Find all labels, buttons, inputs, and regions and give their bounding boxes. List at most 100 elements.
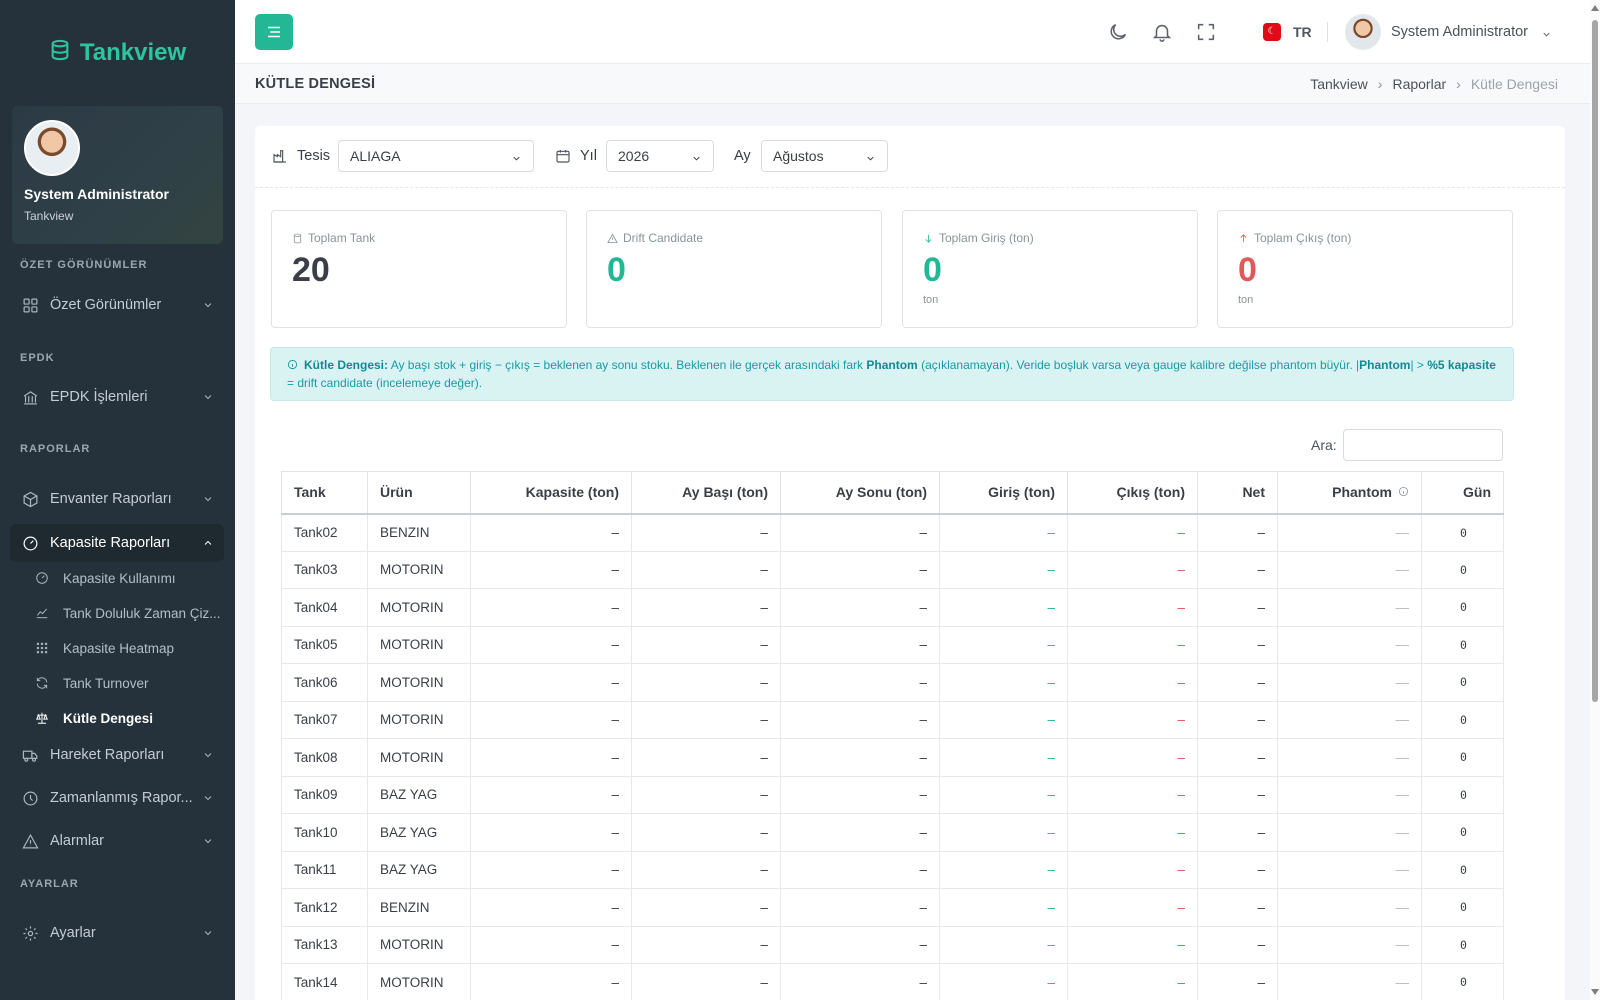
sidebar-item-zamanlanmis[interactable]: Zamanlanmış Rapor...: [10, 779, 224, 817]
sidebar-item-hareket[interactable]: Hareket Raporları: [10, 736, 224, 774]
sidebar-item-ozet[interactable]: Özet Görünümler: [10, 286, 224, 324]
cell-ay-basi: –: [631, 925, 781, 964]
factory-icon: [273, 150, 286, 163]
cell-gun: 0: [1421, 588, 1504, 627]
sidebar-item-kapasite[interactable]: Kapasite Raporları: [10, 524, 224, 562]
sidebar-item-epdk[interactable]: EPDK İşlemleri: [10, 378, 224, 416]
scroll-up-arrow[interactable]: [1591, 5, 1599, 11]
column-header-phantom[interactable]: Phantom: [1277, 471, 1422, 515]
column-header-net[interactable]: Net: [1197, 471, 1278, 515]
avatar[interactable]: [1345, 14, 1381, 50]
cell-kapasite: –: [470, 925, 632, 964]
scrollbar-thumb[interactable]: [1592, 20, 1598, 702]
brand-logo[interactable]: Tankview: [0, 0, 235, 106]
cell-ay-sonu: –: [780, 663, 940, 702]
scroll-down-arrow[interactable]: [1591, 989, 1599, 995]
table-row: Tank14 MOTORIN – – – – – – —0: [281, 963, 1504, 1000]
cell-net: –: [1197, 700, 1278, 739]
info-icon[interactable]: [1398, 484, 1409, 497]
column-header-tank[interactable]: Tank: [281, 471, 368, 515]
stat-label: Toplam Çıkış (ton): [1238, 231, 1351, 245]
cell-cikis: –: [1067, 663, 1198, 702]
table-row: Tank13 MOTORIN – – – – – – —0: [281, 925, 1504, 964]
user-menu[interactable]: System Administrator: [1391, 24, 1528, 40]
menu-toggle-button[interactable]: [255, 14, 293, 50]
cell-ay-sonu: –: [780, 925, 940, 964]
cell-gun: 0: [1421, 738, 1504, 777]
cell-kapasite: –: [470, 813, 632, 852]
cell-phantom: —: [1277, 738, 1422, 777]
section-ozet: ÖZET GÖRÜNÜMLER: [20, 259, 148, 271]
cell-cikis: –: [1067, 738, 1198, 777]
ay-select-value: Ağustos: [773, 148, 824, 164]
turkey-flag-icon[interactable]: ☾: [1263, 23, 1281, 41]
language-selector[interactable]: TR: [1293, 24, 1312, 40]
sidebar-subitem-turnover[interactable]: Tank Turnover: [34, 668, 224, 698]
cell-cikis: –: [1067, 775, 1198, 814]
dashboard-icon: [20, 295, 40, 315]
yil-select[interactable]: 2026: [606, 140, 714, 172]
stat-unit: ton: [923, 294, 939, 306]
grid-dots-icon: [34, 640, 50, 656]
table-row: Tank11 BAZ YAG – – – – – – —0: [281, 850, 1504, 889]
cell-tank: Tank09: [281, 775, 368, 814]
cell-cikis: –: [1067, 625, 1198, 664]
avatar[interactable]: [24, 120, 80, 176]
sidebar-item-ayarlar[interactable]: Ayarlar: [10, 914, 224, 952]
sidebar-subitem-heatmap[interactable]: Kapasite Heatmap: [34, 633, 224, 663]
column-header-giris[interactable]: Giriş (ton): [939, 471, 1068, 515]
gauge-icon: [34, 570, 50, 586]
cell-net: –: [1197, 625, 1278, 664]
chevron-down-icon: [202, 493, 214, 505]
cell-ay-basi: –: [631, 550, 781, 589]
cell-net: –: [1197, 963, 1278, 1000]
cell-net: –: [1197, 775, 1278, 814]
notifications-button[interactable]: [1151, 21, 1173, 43]
dark-mode-button[interactable]: [1107, 21, 1129, 43]
chevron-down-icon[interactable]: [1541, 27, 1552, 38]
sidebar-subitem-kutle[interactable]: Kütle Dengesi: [34, 703, 224, 733]
sidebar-subitem-doluluk[interactable]: Tank Doluluk Zaman Çiz...: [34, 598, 224, 628]
fullscreen-button[interactable]: [1195, 21, 1217, 43]
chevron-up-icon: [202, 537, 214, 549]
search-input[interactable]: [1343, 429, 1503, 461]
column-header-gun[interactable]: Gün: [1421, 471, 1504, 515]
column-header-urun[interactable]: Ürün: [367, 471, 471, 515]
page-title: KÜTLE DENGESİ: [255, 76, 376, 92]
sidebar-item-alarmlar[interactable]: Alarmlar: [10, 822, 224, 860]
cell-tank: Tank05: [281, 625, 368, 664]
page-scrollbar[interactable]: [1590, 0, 1600, 1000]
cell-tank: Tank11: [281, 850, 368, 889]
stat-value: 0: [1238, 251, 1257, 289]
breadcrumb-item[interactable]: Tankview: [1310, 76, 1368, 92]
cell-urun: BAZ YAG: [367, 813, 471, 852]
ay-select[interactable]: Ağustos: [761, 140, 888, 172]
section-raporlar: RAPORLAR: [20, 443, 91, 455]
column-header-ay-basi[interactable]: Ay Başı (ton): [631, 471, 781, 515]
calendar-icon: [556, 150, 570, 163]
cell-ay-basi: –: [631, 813, 781, 852]
yil-label: Yıl: [555, 148, 597, 164]
sidebar-subitem-kullanim[interactable]: Kapasite Kullanımı: [34, 563, 224, 593]
cell-cikis: –: [1067, 550, 1198, 589]
ay-label: Ay: [734, 148, 751, 164]
sidebar-item-envanter[interactable]: Envanter Raporları: [10, 480, 224, 518]
table-row: Tank03 MOTORIN – – – – – – —0: [281, 550, 1504, 589]
bank-icon: [20, 387, 40, 407]
warning-icon: [607, 233, 618, 243]
cell-gun: 0: [1421, 550, 1504, 589]
column-header-kapasite[interactable]: Kapasite (ton): [470, 471, 632, 515]
cell-cikis: –: [1067, 700, 1198, 739]
tesis-select[interactable]: ALIAGA: [338, 140, 534, 172]
cell-phantom: —: [1277, 663, 1422, 702]
cell-kapasite: –: [470, 700, 632, 739]
cell-kapasite: –: [470, 775, 632, 814]
stat-value: 0: [607, 251, 626, 289]
breadcrumb-item[interactable]: Raporlar: [1392, 76, 1446, 92]
cell-tank: Tank04: [281, 588, 368, 627]
column-header-ay-sonu[interactable]: Ay Sonu (ton): [780, 471, 940, 515]
column-header-cikis[interactable]: Çıkış (ton): [1067, 471, 1198, 515]
cell-tank: Tank03: [281, 550, 368, 589]
cell-phantom: —: [1277, 813, 1422, 852]
cell-net: –: [1197, 850, 1278, 889]
